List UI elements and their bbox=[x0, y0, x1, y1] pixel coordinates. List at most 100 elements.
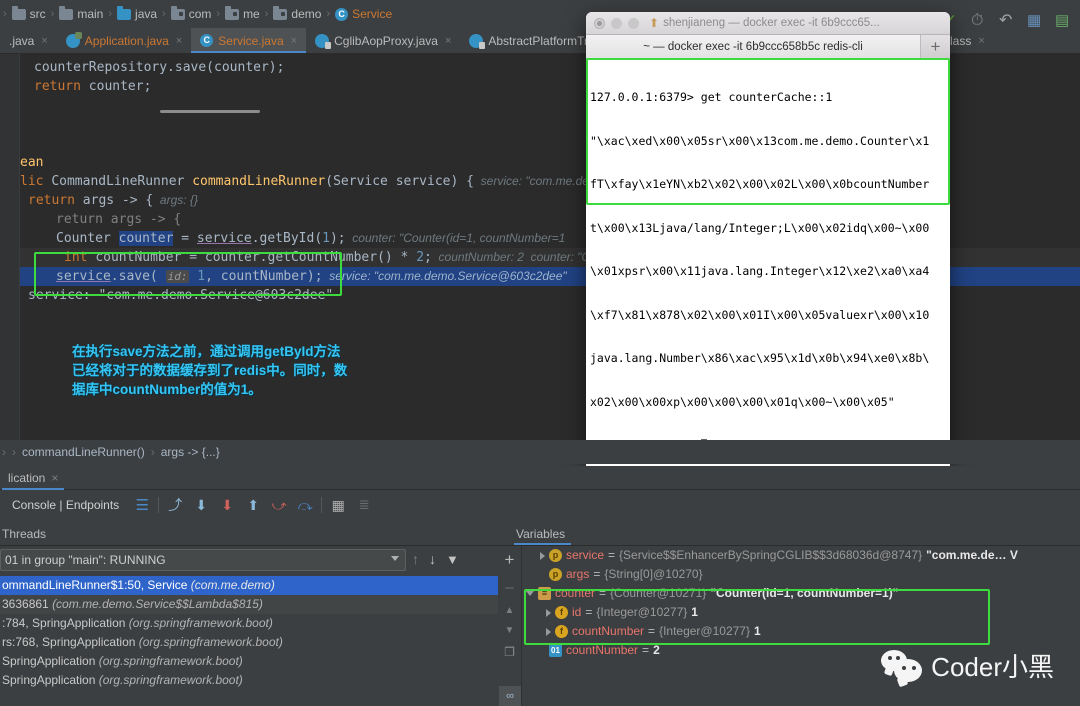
stack-frame-list[interactable]: ommandLineRunner$1:50, Service (com.me.d… bbox=[0, 576, 500, 690]
breadcrumb-label: main bbox=[77, 7, 103, 21]
variable-row-id[interactable]: f id = {Integer@10277} 1 bbox=[522, 603, 1080, 622]
toolbar-divider bbox=[321, 497, 322, 513]
clock-icon[interactable]: ⏱ bbox=[971, 12, 988, 29]
editor-tab-cglibaopproxy[interactable]: CglibAopProxy.java × bbox=[306, 28, 460, 53]
parameter-icon: p bbox=[549, 568, 562, 581]
frame-package: (org.springframework.boot) bbox=[129, 616, 273, 630]
breadcrumb-item-service[interactable]: C Service bbox=[331, 7, 396, 21]
terminal-output[interactable]: 127.0.0.1:6379> get counterCache::1 "\xa… bbox=[586, 59, 950, 469]
watermark-text: Coder小黑 bbox=[931, 647, 1054, 684]
close-icon[interactable]: × bbox=[445, 35, 451, 47]
frame-name: ommandLineRunner$1:50, Service bbox=[2, 578, 187, 592]
debug-toolbar: Console | Endpoints ☰ ⤴ ⬇ ⬇ ⬆ ⤻ ⤼ ▦ ≣ bbox=[0, 490, 1080, 520]
code-text: return args -> { bbox=[56, 212, 181, 227]
database-icon[interactable]: ▤ bbox=[1055, 12, 1072, 29]
stack-frame-row[interactable]: 3636861 (com.me.demo.Service$$Lambda$815… bbox=[0, 595, 500, 614]
variable-ref: {String[0]@10270} bbox=[604, 565, 702, 584]
chevron-right-icon[interactable] bbox=[540, 552, 545, 560]
variable-row-countnumber-field[interactable]: f countNumber = {Integer@10277} 1 bbox=[522, 622, 1080, 641]
variable-row-counter[interactable]: ≡ counter = {Counter@10271} "Counter(id=… bbox=[522, 584, 1080, 603]
editor-tab-0[interactable]: .java × bbox=[0, 28, 57, 53]
annotation-text: 在执行save方法之前，通过调用getById方法 已经将对于的数据缓存到了re… bbox=[72, 342, 392, 399]
undo-icon[interactable]: ↶ bbox=[999, 12, 1016, 29]
terminal-line: x02\x00\x00xp\x00\x00\x00\x01q\x00~\x00\… bbox=[590, 395, 946, 410]
step-into-icon[interactable]: ⬇ bbox=[188, 492, 214, 518]
watches-toggle-icon[interactable]: ∞ bbox=[499, 686, 521, 706]
toolbar-divider bbox=[158, 497, 159, 513]
copy-value-icon[interactable]: ❐ bbox=[504, 645, 515, 659]
thread-selector[interactable]: 01 in group "main": RUNNING bbox=[0, 549, 406, 571]
terminal-title-text: shenjianeng — docker exec -it 6b9ccc65..… bbox=[663, 17, 880, 29]
run-to-cursor-icon[interactable]: ⤼ bbox=[292, 492, 318, 518]
variables-panel-title[interactable]: Variables bbox=[516, 527, 565, 541]
close-icon[interactable]: × bbox=[978, 35, 984, 47]
console-lines-icon[interactable]: ☰ bbox=[129, 492, 155, 518]
variable-row-args[interactable]: p args = {String[0]@10270} bbox=[522, 565, 1080, 584]
new-tab-icon[interactable]: + bbox=[920, 35, 950, 58]
breadcrumb-item-com[interactable]: com bbox=[167, 7, 216, 21]
move-watch-down-icon[interactable]: ▼ bbox=[505, 625, 515, 636]
tab-label: AbstractPlatformTr bbox=[488, 34, 588, 48]
editor-tab-application[interactable]: Application.java × bbox=[57, 28, 192, 53]
chevron-down-icon[interactable] bbox=[526, 591, 534, 596]
drop-frame-icon[interactable]: ⤻ bbox=[266, 492, 292, 518]
breadcrumb-item-java[interactable]: java bbox=[113, 7, 161, 21]
chevron-right-icon[interactable] bbox=[546, 609, 551, 617]
watermark: Coder小黑 bbox=[881, 647, 1054, 684]
filter-icon[interactable]: ▼ bbox=[446, 552, 459, 567]
threads-panel-title[interactable]: Threads bbox=[2, 527, 46, 541]
stack-frame-row[interactable]: :784, SpringApplication (org.springframe… bbox=[0, 614, 500, 633]
add-watch-icon[interactable]: + bbox=[505, 550, 515, 570]
step-out-icon[interactable]: ⬆ bbox=[240, 492, 266, 518]
terminal-titlebar[interactable]: ⬆ shenjianeng — docker exec -it 6b9ccc65… bbox=[586, 12, 950, 35]
breadcrumb-item-main[interactable]: main bbox=[55, 7, 107, 21]
close-icon[interactable]: × bbox=[41, 35, 47, 47]
stack-frame-row[interactable]: ommandLineRunner$1:50, Service (com.me.d… bbox=[0, 576, 500, 595]
variable-name: countNumber bbox=[572, 622, 644, 641]
stack-frame-row[interactable]: SpringApplication (org.springframework.b… bbox=[0, 652, 500, 671]
run-tab-application[interactable]: lication × bbox=[0, 466, 66, 490]
open-project-icon[interactable]: ▦ bbox=[1027, 12, 1044, 29]
tab-label: Service.java bbox=[218, 34, 283, 48]
package-icon bbox=[225, 9, 239, 20]
breadcrumb-item-src[interactable]: src bbox=[8, 7, 50, 21]
window-close-icon[interactable] bbox=[594, 18, 605, 29]
close-icon[interactable]: × bbox=[176, 35, 182, 47]
terminal-line: java.lang.Number\x86\xac\x95\x1d\x0b\x94… bbox=[590, 351, 946, 366]
editor-tab-service[interactable]: C Service.java × bbox=[191, 28, 306, 53]
frame-name: :784, SpringApplication bbox=[2, 616, 125, 630]
close-icon[interactable]: × bbox=[51, 471, 58, 485]
terminal-window[interactable]: ⬆ shenjianeng — docker exec -it 6b9ccc65… bbox=[586, 12, 950, 469]
variable-name: id bbox=[572, 603, 581, 622]
editor-tab-abstractplatformtr[interactable]: AbstractPlatformTr bbox=[460, 28, 597, 53]
editor-gutter[interactable] bbox=[0, 54, 20, 440]
move-down-icon[interactable]: ↓ bbox=[429, 551, 436, 567]
move-watch-up-icon[interactable]: ▲ bbox=[505, 605, 515, 616]
chevron-right-icon[interactable] bbox=[546, 628, 551, 636]
remove-watch-icon[interactable]: – bbox=[505, 579, 513, 596]
threads-toolbar: ↑ ↓ ▼ bbox=[412, 551, 459, 567]
variable-row-service[interactable]: p service = {Service$$EnhancerBySpringCG… bbox=[522, 546, 1080, 565]
move-up-icon[interactable]: ↑ bbox=[412, 551, 419, 567]
terminal-tab-label: ~ — docker exec -it 6b9ccc658b5c redis-c… bbox=[643, 41, 863, 53]
frames-breadcrumb-item-method[interactable]: commandLineRunner() bbox=[22, 445, 145, 459]
force-step-into-icon[interactable]: ⬇ bbox=[214, 492, 240, 518]
settings-icon[interactable]: ≣ bbox=[351, 492, 377, 518]
window-minimize-icon[interactable] bbox=[611, 18, 622, 29]
evaluate-expression-icon[interactable]: ▦ bbox=[325, 492, 351, 518]
terminal-tab[interactable]: ~ — docker exec -it 6b9ccc658b5c redis-c… bbox=[586, 35, 920, 58]
tab-label: .java bbox=[9, 34, 34, 48]
window-maximize-icon[interactable] bbox=[628, 18, 639, 29]
console-endpoints-label[interactable]: Console | Endpoints bbox=[0, 498, 129, 512]
close-icon[interactable]: × bbox=[291, 35, 297, 47]
frames-breadcrumb-item-lambda[interactable]: args -> {...} bbox=[161, 445, 220, 459]
breadcrumb-item-me[interactable]: me bbox=[221, 7, 264, 21]
breadcrumb-item-demo[interactable]: demo bbox=[269, 7, 325, 21]
folder-icon bbox=[59, 9, 73, 20]
step-over-icon[interactable]: ⤴ bbox=[162, 492, 188, 518]
threads-panel: 01 in group "main": RUNNING ↑ ↓ ▼ ommand… bbox=[0, 546, 500, 706]
stack-frame-row[interactable]: SpringApplication (org.springframework.b… bbox=[0, 671, 500, 690]
wechat-icon bbox=[881, 650, 923, 682]
stack-frame-row[interactable]: rs:768, SpringApplication (org.springfra… bbox=[0, 633, 500, 652]
variable-name: counter bbox=[555, 584, 595, 603]
